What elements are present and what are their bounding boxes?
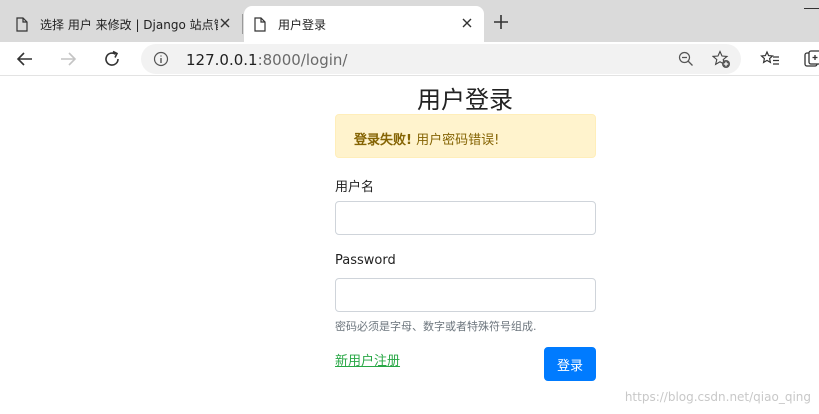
page-icon bbox=[16, 16, 28, 32]
back-arrow-icon[interactable] bbox=[15, 49, 35, 69]
favorites-icon[interactable] bbox=[760, 49, 780, 69]
tab-title: 选择 用户 来修改 | Django 站点管理 bbox=[40, 17, 218, 32]
browser-toolbar: 127.0.0.1:8000/login/ bbox=[0, 42, 819, 76]
add-favorite-star-icon[interactable] bbox=[712, 50, 731, 69]
url-path: :8000/login/ bbox=[257, 51, 348, 69]
alert-strong-text: 登录失败! bbox=[354, 133, 412, 148]
url-host: 127.0.0.1 bbox=[186, 51, 258, 69]
zoom-out-icon[interactable] bbox=[678, 51, 694, 67]
password-label: Password bbox=[335, 253, 396, 268]
tab-login[interactable]: 用户登录 bbox=[244, 6, 484, 42]
close-icon[interactable] bbox=[218, 16, 232, 30]
info-icon[interactable] bbox=[153, 51, 169, 67]
close-icon[interactable] bbox=[460, 16, 474, 30]
login-failed-alert: 登录失败! 用户密码错误! bbox=[335, 114, 596, 158]
refresh-icon[interactable] bbox=[102, 49, 122, 69]
url-text: 127.0.0.1:8000/login/ bbox=[186, 51, 347, 69]
tab-django-admin[interactable]: 选择 用户 来修改 | Django 站点管理 bbox=[6, 6, 242, 42]
tab-strip: 选择 用户 来修改 | Django 站点管理 用户登录 bbox=[0, 0, 819, 42]
address-bar[interactable]: 127.0.0.1:8000/login/ bbox=[141, 44, 741, 74]
username-input[interactable] bbox=[335, 201, 596, 235]
register-link[interactable]: 新用户注册 bbox=[335, 350, 400, 369]
page-icon bbox=[254, 16, 266, 32]
minimize-window-icon[interactable] bbox=[804, 8, 819, 9]
forward-arrow-icon[interactable] bbox=[58, 49, 78, 69]
username-label: 用户名 bbox=[335, 180, 375, 195]
login-button[interactable]: 登录 bbox=[544, 347, 596, 381]
password-help-text: 密码必须是字母、数字或者特殊符号组成. bbox=[335, 320, 537, 333]
collections-icon[interactable] bbox=[803, 49, 819, 69]
password-input[interactable] bbox=[335, 278, 596, 312]
page-title: 用户登录 bbox=[417, 86, 513, 114]
new-tab-plus-icon[interactable] bbox=[492, 13, 510, 31]
alert-message: 用户密码错误! bbox=[411, 133, 500, 148]
tab-divider bbox=[242, 14, 243, 34]
tab-title: 用户登录 bbox=[278, 17, 327, 32]
watermark: https://blog.csdn.net/qiao_qing bbox=[624, 390, 811, 404]
